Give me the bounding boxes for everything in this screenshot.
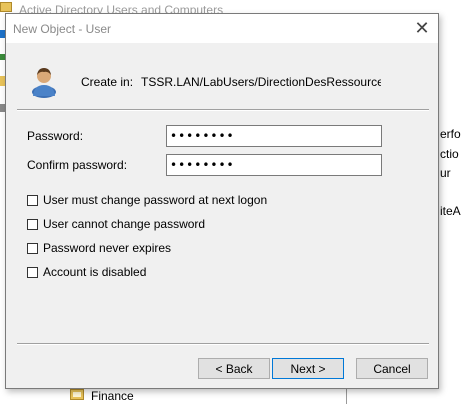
checkbox-password-never-expires[interactable]: Password never expires — [27, 240, 171, 256]
dialog-titlebar[interactable]: New Object - User ✕ — [6, 14, 438, 43]
close-icon: ✕ — [414, 18, 430, 38]
create-in-label: Create in: — [81, 75, 134, 89]
separator — [17, 109, 429, 111]
separator — [17, 343, 429, 345]
background-column-text: ctio — [440, 147, 459, 161]
next-button[interactable]: Next > — [272, 358, 344, 379]
dialog-title: New Object - User — [13, 22, 112, 36]
checkbox-icon[interactable] — [27, 242, 38, 254]
create-in-path: TSSR.LAN/LabUsers/DirectionDesRessources… — [141, 75, 381, 89]
background-column-text: iteA — [440, 204, 461, 218]
confirm-password-label: Confirm password: — [27, 158, 128, 172]
confirm-password-field[interactable] — [166, 154, 382, 176]
background-column-text: erfo — [440, 127, 461, 141]
background-column-text: ur — [440, 166, 451, 180]
checkbox-label: User cannot change password — [43, 217, 206, 231]
checkbox-icon[interactable] — [27, 194, 38, 206]
checkbox-cannot-change-password[interactable]: User cannot change password — [27, 216, 205, 232]
checkbox-label: User must change password at next logon — [43, 193, 268, 207]
checkbox-icon[interactable] — [27, 218, 38, 230]
new-object-user-dialog: New Object - User ✕ Create in: TSSR.LAN/… — [5, 13, 439, 389]
user-icon — [32, 68, 56, 98]
checkbox-must-change-password[interactable]: User must change password at next logon — [27, 192, 267, 208]
checkbox-label: Password never expires — [43, 241, 172, 255]
checkbox-label: Account is disabled — [43, 265, 147, 279]
tree-item-finance[interactable]: Finance — [91, 389, 134, 403]
cancel-button[interactable]: Cancel — [356, 358, 428, 379]
password-label: Password: — [27, 129, 84, 143]
app-icon — [0, 2, 12, 12]
password-field[interactable] — [166, 125, 382, 147]
back-button[interactable]: < Back — [198, 358, 270, 379]
checkbox-icon[interactable] — [27, 266, 38, 278]
folder-icon — [70, 389, 84, 400]
checkbox-account-disabled[interactable]: Account is disabled — [27, 264, 146, 280]
close-button[interactable]: ✕ — [406, 14, 438, 43]
column-divider — [346, 388, 347, 404]
background-window-titlebar: Active Directory Users and Computers — [0, 0, 461, 14]
